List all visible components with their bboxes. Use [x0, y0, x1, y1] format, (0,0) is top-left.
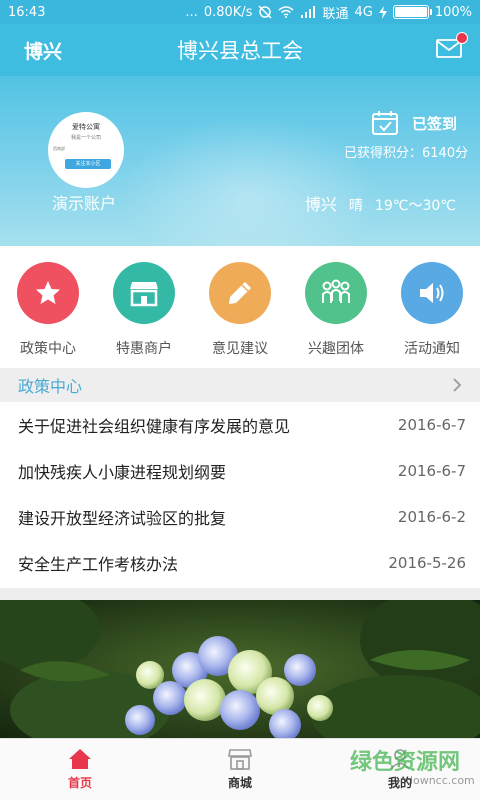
tab-label: 商城 [227, 776, 252, 790]
mail-button[interactable] [436, 32, 468, 58]
battery-fill [394, 7, 427, 17]
page-title: 博兴县总工会 [177, 39, 303, 63]
points-text: 已获得积分：6140分 [344, 146, 469, 161]
pencil-icon [229, 282, 251, 304]
menu-circle [305, 262, 367, 324]
weather-condition: 晴 [348, 198, 363, 214]
menu-circle [17, 262, 79, 324]
home-icon [69, 749, 91, 769]
network-speed: 0.80K/s [203, 4, 253, 20]
menu-item-merchants[interactable]: 特惠商户 [104, 262, 184, 368]
tab-home[interactable]: 首页 [0, 739, 160, 800]
list-item[interactable]: 关于促进社会组织健康有序发展的意见 2016-6-7 [0, 402, 480, 448]
list-item-title: 安全生产工作考核办法 [18, 555, 179, 574]
watermark-main: 绿色资源网 [350, 750, 461, 775]
hero-glow [120, 116, 380, 246]
menu-item-suggestions[interactable]: 意见建议 [200, 262, 280, 368]
star-icon [36, 281, 60, 304]
status-indicators: ... 0.80K/s 联通 4G 100% [185, 3, 472, 22]
menu-label: 活动通知 [404, 341, 460, 357]
status-time: 16:43 [8, 4, 46, 20]
hydrangea-illustration [0, 600, 480, 738]
group-icon [322, 279, 350, 303]
list-item-date: 2016-6-7 [397, 462, 466, 480]
status-dots: ... [185, 4, 198, 20]
menu-circle [113, 262, 175, 324]
list-item[interactable]: 安全生产工作考核办法 2016-5-26 [0, 540, 480, 586]
list-item-title: 关于促进社会组织健康有序发展的意见 [18, 417, 291, 436]
avatar[interactable]: 爱特公寓 我是一个公司 西南部 关注本小区 [48, 112, 124, 188]
signin-status[interactable]: 已签到 [412, 113, 457, 134]
chevron-right-icon [453, 378, 462, 392]
menu-item-policy[interactable]: 政策中心 [8, 262, 88, 368]
store-icon [228, 749, 252, 770]
menu-circle [401, 262, 463, 324]
wifi-icon [278, 6, 294, 18]
shop-icon [130, 282, 158, 307]
account-name[interactable]: 演示账户 [52, 190, 116, 214]
category-menu: 政策中心 特惠商户 意见建议 兴趣团体 活动通知 [0, 246, 480, 368]
signal-icon [301, 6, 316, 18]
menu-label: 特惠商户 [116, 341, 172, 357]
list-item-date: 2016-6-7 [397, 416, 466, 434]
menu-circle [209, 262, 271, 324]
carrier-name: 联通 [322, 6, 349, 22]
notification-badge [456, 32, 468, 44]
watermark-sub: downcc.com [406, 774, 475, 787]
status-bar: 16:43 ... 0.80K/s 联通 4G 100% [0, 0, 480, 24]
menu-item-notices[interactable]: 活动通知 [392, 262, 472, 368]
alarm-off-icon [258, 5, 272, 19]
weather-city: 博兴 [304, 195, 337, 214]
section-divider [0, 588, 480, 600]
battery-icon [392, 5, 432, 19]
watermark: 绿色资源网 downcc.com [350, 744, 475, 792]
list-item-title: 建设开放型经济试验区的批复 [18, 509, 227, 528]
promo-banner-image[interactable] [0, 600, 480, 738]
tab-label: 首页 [67, 776, 92, 790]
profile-banner: 爱特公寓 我是一个公司 西南部 关注本小区 演示账户 已签到 已获得积分：614… [0, 76, 480, 246]
section-title: 政策中心 [18, 377, 83, 396]
menu-item-groups[interactable]: 兴趣团体 [296, 262, 376, 368]
list-item[interactable]: 加快残疾人小康进程规划纲要 2016-6-7 [0, 448, 480, 494]
weather-temperature: 19℃～30℃ [374, 198, 456, 214]
list-item-date: 2016-5-26 [388, 554, 466, 572]
policy-list: 关于促进社会组织健康有序发展的意见 2016-6-7 加快残疾人小康进程规划纲要… [0, 402, 480, 586]
location-selector[interactable]: 博兴 [24, 37, 62, 64]
menu-label: 政策中心 [20, 341, 76, 357]
list-item[interactable]: 建设开放型经济试验区的批复 2016-6-2 [0, 494, 480, 540]
policy-section-header[interactable]: 政策中心 [0, 368, 480, 402]
tab-store[interactable]: 商城 [160, 739, 320, 800]
avatar-subtitle: 我是一个公司 [70, 135, 101, 141]
speaker-icon [420, 283, 444, 303]
avatar-button-text: 关注本小区 [65, 159, 111, 169]
battery-text: 100% [434, 4, 472, 20]
avatar-title: 爱特公寓 [72, 123, 100, 131]
avatar-side-text: 西南部 [53, 146, 65, 151]
menu-label: 兴趣团体 [308, 341, 364, 357]
list-item-title: 加快残疾人小康进程规划纲要 [18, 463, 227, 482]
charging-icon [378, 5, 387, 19]
menu-label: 意见建议 [212, 341, 268, 357]
app-header: 博兴 博兴县总工会 [0, 24, 480, 76]
weather-info: 博兴 晴 19℃～30℃ [305, 191, 456, 215]
calendar-check-icon[interactable] [371, 110, 399, 136]
network-type: 4G [354, 4, 373, 20]
list-item-date: 2016-6-2 [397, 508, 466, 526]
